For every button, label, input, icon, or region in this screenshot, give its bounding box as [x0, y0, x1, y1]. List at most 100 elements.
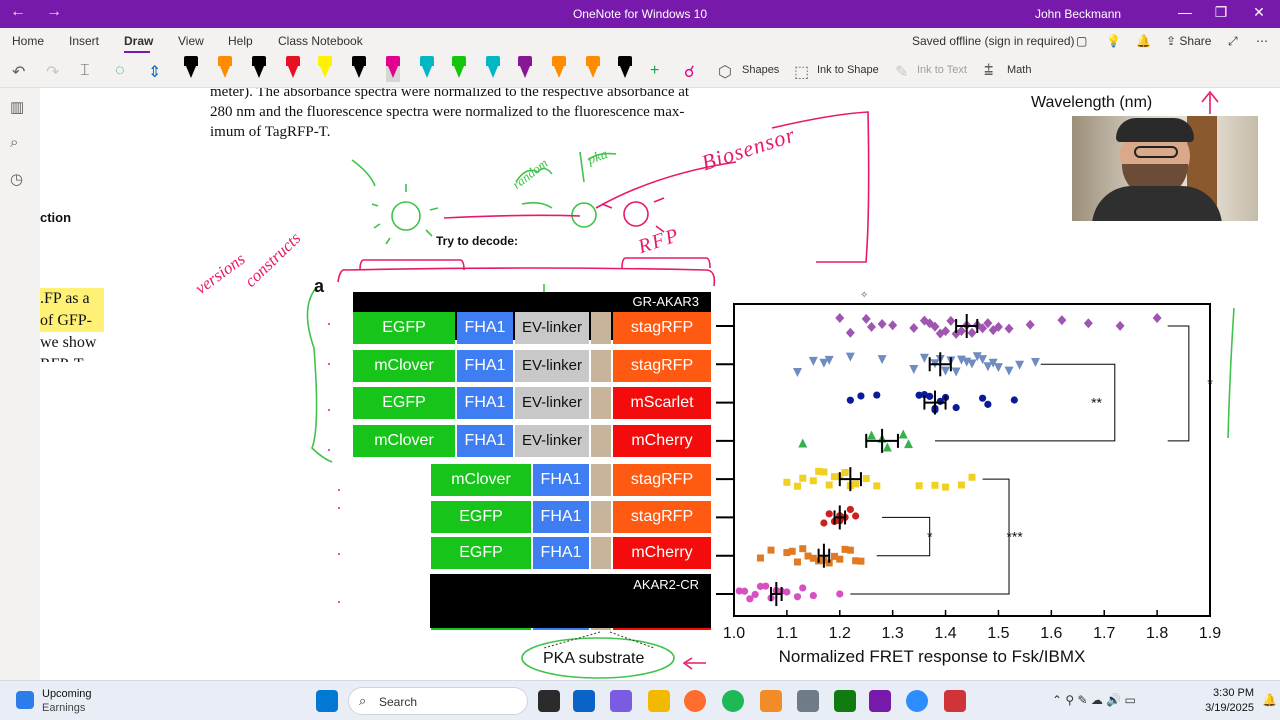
data-point [751, 590, 759, 599]
add-space-icon[interactable]: ⇕ [148, 62, 161, 82]
pen-tool[interactable] [552, 56, 566, 82]
pen-tool[interactable] [252, 56, 266, 82]
math-icon[interactable]: ⩲ [984, 62, 993, 80]
ink-to-shape-button[interactable]: Ink to Shape [817, 64, 879, 76]
x-tick-label: 1.4 [934, 625, 956, 642]
shapes-button[interactable]: Shapes [742, 64, 779, 76]
app-icon[interactable] [944, 690, 966, 712]
windows-taskbar: Upcoming Earnings ⌕ Search ⌃ ⚲ ✎ ☁ 🔊 ▭ 3… [0, 680, 1280, 720]
copilot-icon[interactable] [610, 690, 632, 712]
shapes-icon[interactable]: ⬡ [718, 62, 732, 82]
redo-icon[interactable]: ↷ [46, 62, 59, 82]
data-point [820, 468, 828, 476]
notebook-icon[interactable]: ▢ [1076, 34, 1087, 48]
construct-segment-ev-linker: EV-linker [515, 350, 589, 382]
task-view-icon[interactable] [538, 690, 560, 712]
sync-status[interactable]: Saved offline (sign in required) [912, 34, 1075, 48]
significance-label: * [927, 529, 933, 545]
recent-icon[interactable]: ◷ [10, 170, 23, 188]
onenote-icon[interactable] [869, 690, 891, 712]
data-point [983, 362, 993, 372]
math-button[interactable]: Math [1007, 64, 1031, 76]
data-point [792, 368, 802, 378]
data-point [951, 367, 961, 377]
file-explorer-icon[interactable] [648, 690, 670, 712]
fret-response-chart: 1.0 1.1 1.2 1.3 1.4 1.5 1.6 1.7 1.8 1.9 Normalized… [716, 290, 1221, 666]
data-point [740, 587, 749, 595]
lasso-select-icon[interactable]: ◌ [115, 62, 125, 80]
more-icon[interactable]: ⋯ [1256, 34, 1268, 48]
outlook-icon[interactable] [573, 690, 595, 712]
clock-time[interactable]: 3:30 PM [1190, 687, 1254, 699]
xbox-icon[interactable] [834, 690, 856, 712]
data-point [904, 439, 914, 449]
ink-to-shape-icon[interactable]: ⬚ [794, 62, 809, 82]
tab-view[interactable]: View [178, 34, 204, 48]
pen-tool[interactable] [386, 56, 400, 82]
data-point [825, 481, 833, 489]
user-name[interactable]: John Beckmann [1035, 7, 1121, 21]
data-point [825, 510, 833, 518]
pen-tool[interactable] [318, 56, 332, 82]
pen-tool[interactable] [452, 56, 466, 82]
data-point [809, 591, 817, 600]
widget-title[interactable]: Upcoming [42, 688, 92, 700]
pen-tool[interactable] [218, 56, 232, 82]
note-page[interactable]: meter). The absorbance spectra were norm… [40, 88, 1280, 680]
lightbulb-icon[interactable]: 💡 [1106, 34, 1121, 48]
notebooks-icon[interactable]: ▥ [10, 98, 24, 116]
search-box[interactable]: ⌕ Search [348, 687, 528, 715]
ruler-icon[interactable]: ☌ [684, 62, 695, 82]
type-select-icon[interactable]: ⌶ [80, 62, 90, 80]
ribbon-tabs: Home Insert Draw View Help Class Noteboo… [0, 28, 1280, 54]
data-point [783, 478, 791, 486]
close-button[interactable]: ✕ [1244, 4, 1274, 21]
tab-home[interactable]: Home [12, 34, 44, 48]
tab-class-notebook[interactable]: Class Notebook [278, 34, 363, 48]
bell-icon[interactable]: 🔔 [1136, 34, 1151, 48]
pen-tool[interactable] [420, 56, 434, 82]
search-icon[interactable]: ⌕ [10, 134, 18, 151]
app-icon[interactable] [797, 690, 819, 712]
stocks-icon[interactable] [16, 691, 34, 709]
widget-subtitle[interactable]: Earnings [42, 702, 85, 714]
data-point [798, 438, 808, 448]
construct-segment-mclover: mClover [353, 350, 455, 382]
data-point [845, 352, 855, 362]
ink-red-circle [623, 201, 649, 227]
share-button[interactable]: ⇪ Share [1166, 34, 1211, 48]
tab-insert[interactable]: Insert [69, 34, 99, 48]
clock-date[interactable]: 3/19/2025 [1190, 702, 1254, 714]
notification-icon[interactable]: 🔔 [1262, 693, 1277, 707]
tab-draw[interactable]: Draw [124, 34, 153, 48]
pen-tool[interactable] [486, 56, 500, 82]
zoom-icon[interactable] [906, 690, 928, 712]
add-pen-icon[interactable]: + [650, 62, 659, 80]
data-point [978, 394, 987, 402]
start-icon[interactable] [316, 690, 338, 712]
tab-help[interactable]: Help [228, 34, 253, 48]
expand-icon[interactable]: ⤢ [1228, 34, 1238, 49]
pen-tool[interactable] [286, 56, 300, 82]
firefox-icon[interactable] [684, 690, 706, 712]
pen-tool[interactable] [586, 56, 600, 82]
maximize-button[interactable]: ❐ [1206, 4, 1236, 21]
sublime-icon[interactable] [760, 690, 782, 712]
undo-icon[interactable]: ↶ [12, 62, 25, 82]
construct-segment-substrate [591, 464, 611, 496]
data-point [919, 353, 929, 363]
data-point [783, 588, 791, 596]
construct-segment-mclover: mClover [353, 425, 455, 457]
pen-tool[interactable] [184, 56, 198, 82]
construct-segment-substrate [591, 425, 611, 457]
significance-label: * [1207, 375, 1213, 391]
spotify-icon[interactable] [722, 690, 744, 712]
data-point [846, 505, 854, 514]
minimize-button[interactable]: — [1170, 4, 1200, 20]
data-point [820, 519, 828, 527]
pen-tool[interactable] [618, 56, 632, 82]
pen-tool[interactable] [352, 56, 366, 82]
tray-icons[interactable]: ⌃ ⚲ ✎ ☁ 🔊 ▭ [1052, 693, 1136, 707]
pen-tool[interactable] [518, 56, 532, 82]
ink-bracket [337, 267, 716, 287]
